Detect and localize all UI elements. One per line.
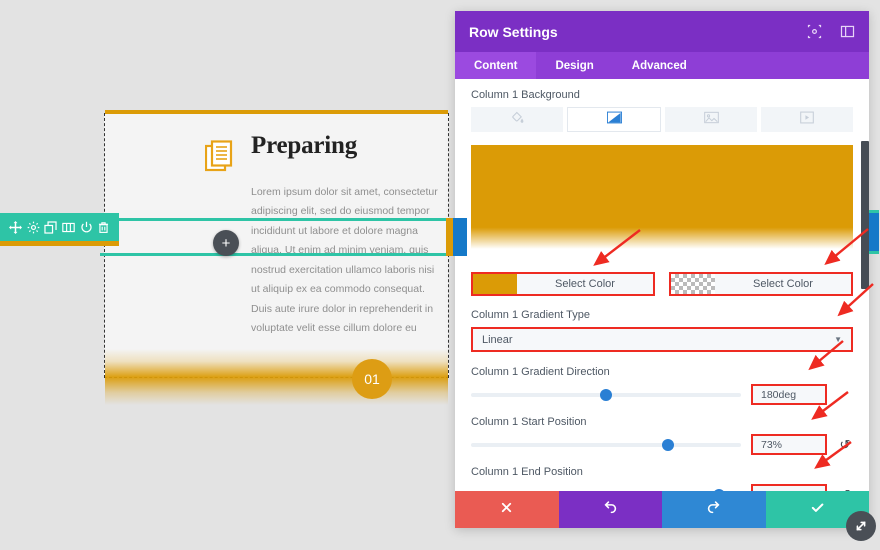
panel-header-icons bbox=[807, 24, 855, 39]
gradient-direction-value[interactable]: 180deg bbox=[751, 384, 827, 405]
page-title: Preparing bbox=[251, 132, 358, 159]
end-color-label: Select Color bbox=[715, 274, 851, 294]
gradient-color-row: Select Color Select Color bbox=[471, 272, 853, 296]
row-accent-handle bbox=[446, 218, 453, 256]
tab-design[interactable]: Design bbox=[536, 52, 612, 79]
end-color-swatch bbox=[671, 274, 715, 294]
end-position-label: Column 1 End Position bbox=[471, 466, 583, 478]
background-gradient-tab[interactable] bbox=[567, 107, 661, 132]
start-color-label: Select Color bbox=[517, 274, 653, 294]
screen-root: Preparing Lorem ipsum dolor sit amet, co… bbox=[0, 0, 880, 550]
start-position-value[interactable]: 73% bbox=[751, 434, 827, 455]
heading-row: Preparing bbox=[127, 132, 426, 179]
gradient-preview bbox=[471, 145, 853, 258]
builder-canvas: Preparing Lorem ipsum dolor sit amet, co… bbox=[100, 110, 467, 405]
redo-button[interactable] bbox=[662, 491, 766, 528]
gradient-direction-field: Column 1 Gradient Direction 180deg ↺ bbox=[471, 366, 853, 405]
background-image-tab[interactable] bbox=[665, 107, 757, 132]
power-icon[interactable] bbox=[79, 219, 94, 235]
start-position-label: Column 1 Start Position bbox=[471, 416, 587, 428]
gradient-direction-row: 180deg ↺ bbox=[471, 384, 853, 405]
section-outline[interactable]: Preparing Lorem ipsum dolor sit amet, co… bbox=[104, 110, 449, 405]
duplicate-icon[interactable] bbox=[43, 219, 58, 235]
row-resize-handle-right[interactable] bbox=[453, 218, 467, 256]
x-icon bbox=[500, 501, 513, 519]
check-icon bbox=[810, 500, 825, 520]
background-color-tab[interactable] bbox=[471, 107, 563, 132]
undo-icon bbox=[603, 500, 618, 520]
gradient-icon bbox=[606, 111, 622, 129]
reset-icon[interactable]: ↺ bbox=[837, 437, 853, 453]
gradient-type-label: Column 1 Gradient Type bbox=[471, 309, 591, 321]
add-module-button[interactable]: + bbox=[213, 230, 239, 256]
documents-icon bbox=[204, 140, 235, 179]
gradient-type-value: Linear bbox=[482, 333, 513, 346]
slider-knob[interactable] bbox=[600, 388, 612, 401]
gradient-end-color-button[interactable]: Select Color bbox=[669, 272, 853, 296]
gradient-direction-slider[interactable] bbox=[471, 386, 741, 404]
panel-header: Row Settings bbox=[455, 11, 869, 52]
chevron-down-icon: ▼ bbox=[834, 335, 842, 344]
move-icon[interactable] bbox=[8, 219, 23, 235]
start-color-swatch bbox=[473, 274, 517, 294]
start-position-slider[interactable] bbox=[471, 436, 741, 454]
step-number-badge: 01 bbox=[352, 359, 392, 399]
gradient-start-color-button[interactable]: Select Color bbox=[471, 272, 655, 296]
target-icon[interactable] bbox=[807, 24, 822, 39]
gradient-type-field: Column 1 Gradient Type Linear ▼ bbox=[471, 309, 853, 352]
gradient-direction-label: Column 1 Gradient Direction bbox=[471, 366, 610, 378]
layout-toggle-icon[interactable] bbox=[840, 24, 855, 39]
gradient-type-select[interactable]: Linear ▼ bbox=[471, 327, 853, 352]
image-icon bbox=[703, 111, 719, 129]
panel-body: Column 1 Background Select Color Select … bbox=[455, 79, 869, 505]
panel-footer bbox=[455, 491, 869, 528]
undo-button[interactable] bbox=[558, 491, 662, 528]
redo-icon bbox=[706, 500, 721, 520]
background-type-tabs bbox=[471, 107, 853, 132]
background-video-tab[interactable] bbox=[761, 107, 853, 132]
paint-bucket-icon bbox=[511, 111, 524, 129]
panel-tab-bar: Content Design Advanced bbox=[455, 52, 869, 79]
slider-track bbox=[471, 442, 741, 447]
row-toolbar-accent-bar bbox=[0, 241, 119, 246]
start-position-field: Column 1 Start Position 73% ↺ bbox=[471, 416, 853, 455]
row-action-toolbar[interactable] bbox=[0, 213, 119, 241]
panel-title: Row Settings bbox=[469, 23, 558, 40]
tab-advanced[interactable]: Advanced bbox=[613, 52, 706, 79]
columns-icon[interactable] bbox=[61, 219, 76, 235]
section-content: Preparing Lorem ipsum dolor sit amet, co… bbox=[105, 114, 448, 341]
tab-content[interactable]: Content bbox=[455, 52, 537, 79]
panel-scrollbar[interactable] bbox=[861, 141, 869, 289]
gear-icon[interactable] bbox=[26, 219, 41, 235]
trash-icon[interactable] bbox=[96, 219, 111, 235]
body-paragraph: Lorem ipsum dolor sit amet, consectetur … bbox=[251, 186, 438, 334]
slider-knob[interactable] bbox=[662, 438, 675, 451]
section-bottom-gradient bbox=[105, 349, 448, 405]
resize-handle-icon[interactable] bbox=[846, 511, 876, 541]
row-settings-panel: Row Settings Content Design Advanced Col… bbox=[455, 11, 869, 528]
start-position-row: 73% ↺ bbox=[471, 434, 853, 455]
column-background-label: Column 1 Background bbox=[471, 89, 580, 101]
cancel-button[interactable] bbox=[455, 491, 559, 528]
video-icon bbox=[800, 111, 814, 129]
